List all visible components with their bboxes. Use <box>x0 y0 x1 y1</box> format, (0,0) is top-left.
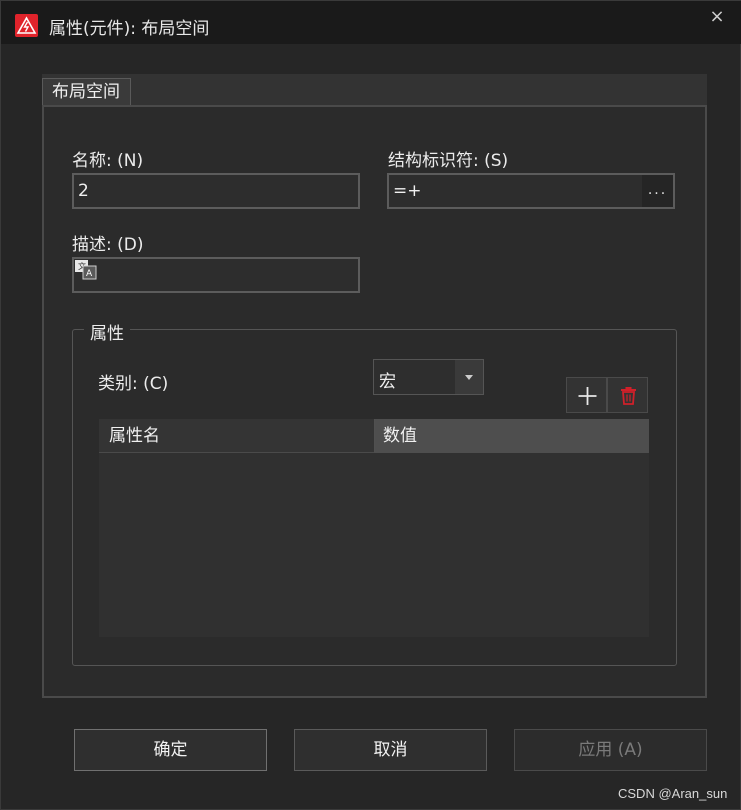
svg-text:A: A <box>86 269 93 279</box>
properties-dialog: 属性(元件): 布局空间 × 布局空间 名称: (N) 结构标识符: (S) .… <box>0 0 741 810</box>
name-label: 名称: (N) <box>72 151 144 171</box>
column-header-property-name[interactable]: 属性名 <box>99 419 375 453</box>
name-input[interactable] <box>74 175 358 207</box>
structure-id-input[interactable] <box>389 175 639 207</box>
description-field-box: 文 A <box>72 257 360 293</box>
column-header-value[interactable]: 数值 <box>375 419 649 453</box>
category-selected-value: 宏 <box>379 372 396 392</box>
close-icon[interactable]: × <box>705 5 729 29</box>
apply-button[interactable]: 应用 (A) <box>514 729 707 771</box>
structure-id-field-box: ... <box>387 173 675 209</box>
name-field-box <box>72 173 360 209</box>
plus-icon <box>578 387 597 405</box>
description-label: 描述: (D) <box>72 235 144 255</box>
trash-icon <box>621 387 636 405</box>
add-property-button[interactable] <box>566 377 607 413</box>
category-select[interactable]: 宏 <box>373 359 484 395</box>
description-input[interactable] <box>74 259 358 291</box>
app-logo-icon <box>15 14 38 37</box>
structure-browse-button[interactable]: ... <box>642 175 673 207</box>
category-label: 类别: (C) <box>98 374 169 394</box>
tab-strip <box>42 74 707 106</box>
tab-layout-space[interactable]: 布局空间 <box>42 78 131 106</box>
delete-property-button[interactable] <box>607 377 648 413</box>
window-title: 属性(元件): 布局空间 <box>49 19 210 39</box>
chevron-down-icon[interactable] <box>455 360 483 394</box>
properties-group-title: 属性 <box>84 319 130 344</box>
properties-table[interactable]: 属性名 数值 <box>99 419 649 637</box>
translate-icon[interactable]: 文 A <box>75 260 97 280</box>
title-bar[interactable]: 属性(元件): 布局空间 × <box>1 1 741 44</box>
cancel-button[interactable]: 取消 <box>294 729 487 771</box>
watermark: CSDN @Aran_sun <box>618 786 728 801</box>
structure-id-label: 结构标识符: (S) <box>388 151 509 171</box>
ok-button[interactable]: 确定 <box>74 729 267 771</box>
